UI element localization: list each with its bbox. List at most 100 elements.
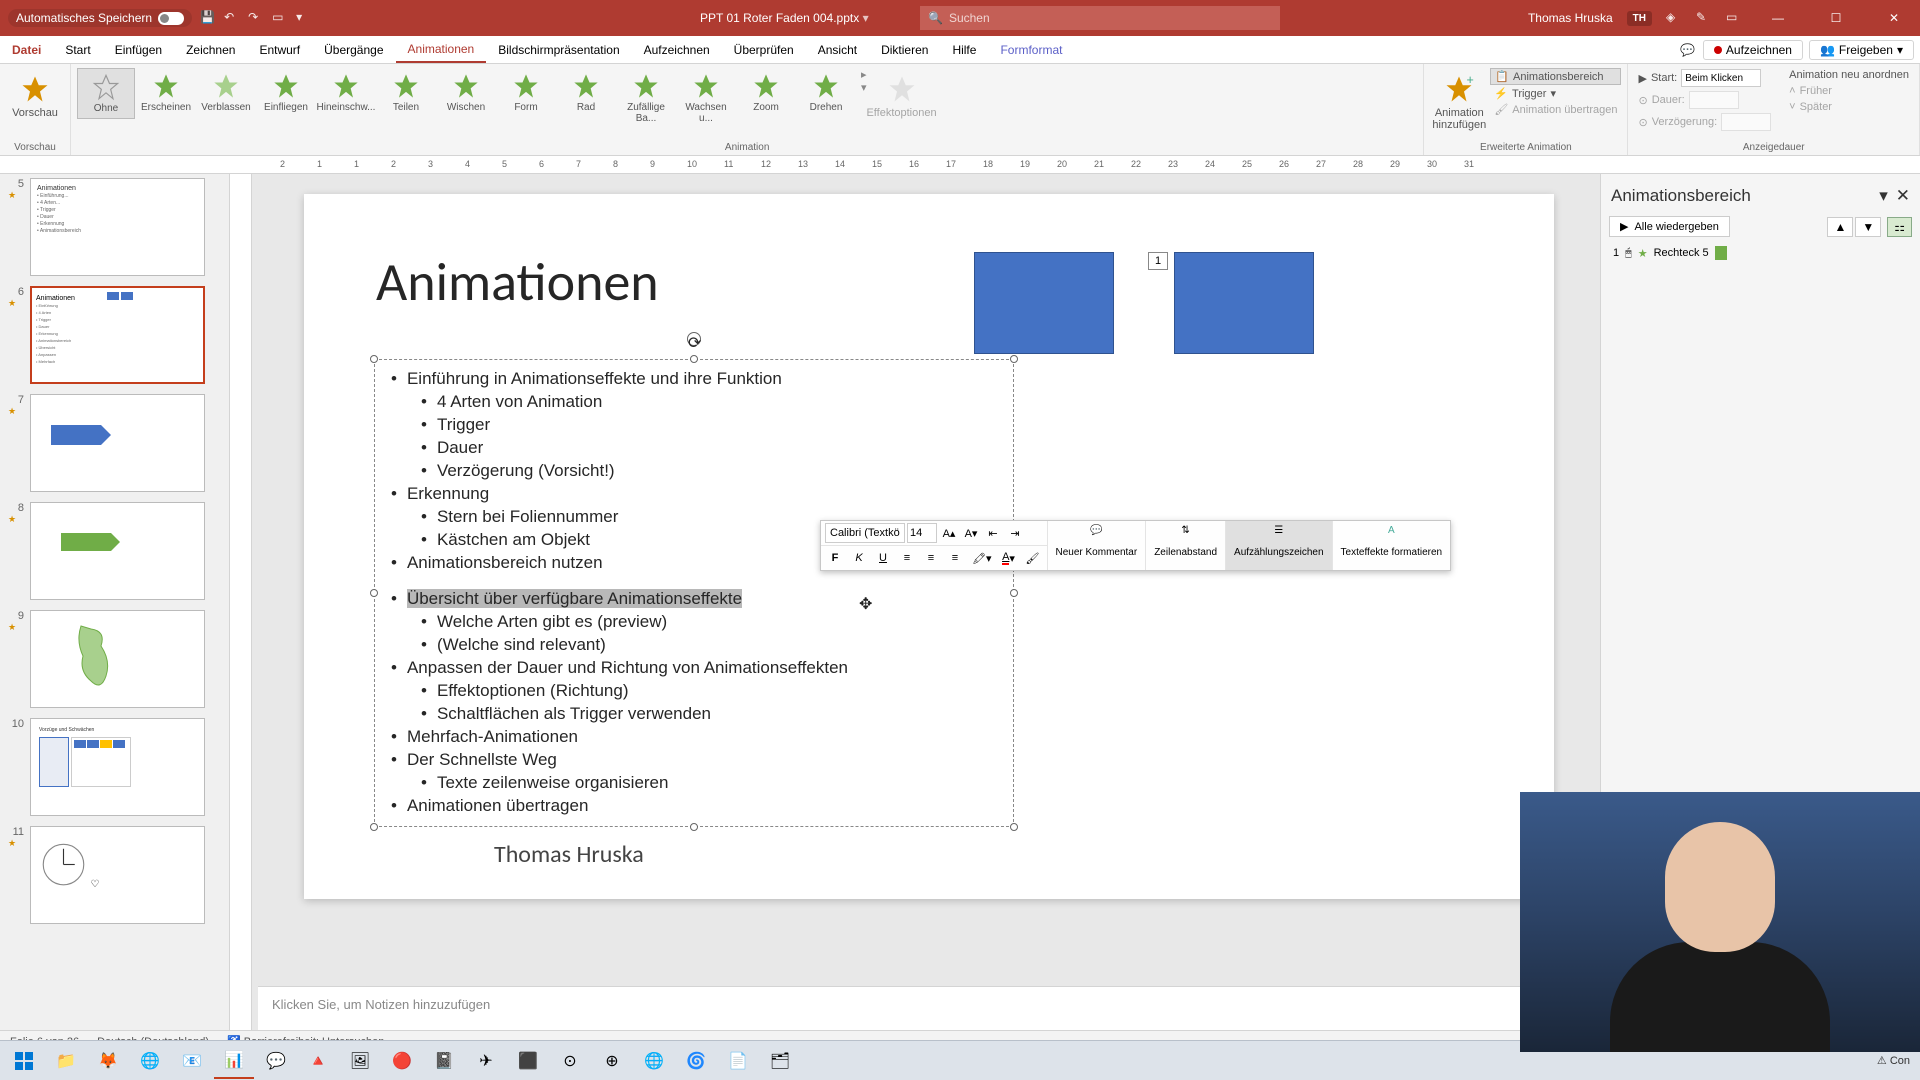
tab-review[interactable]: Überprüfen — [722, 36, 806, 63]
font-color-icon[interactable]: A▾ — [999, 548, 1019, 568]
close-button[interactable]: ✕ — [1872, 0, 1916, 36]
effect-flyin[interactable]: Einfliegen — [257, 68, 315, 117]
slide-author[interactable]: Thomas Hruska — [494, 840, 644, 869]
tab-help[interactable]: Hilfe — [940, 36, 988, 63]
thumb-8[interactable]: 8★ — [8, 502, 221, 600]
tab-dictate[interactable]: Diktieren — [869, 36, 940, 63]
bullet[interactable]: Dauer — [421, 437, 997, 460]
mini-size-select[interactable] — [907, 523, 937, 543]
effect-randombars[interactable]: Zufällige Ba... — [617, 68, 675, 128]
bullet[interactable]: Verzögerung (Vorsicht!) — [421, 460, 997, 483]
trigger-button[interactable]: ⚡ Trigger ▾ — [1490, 86, 1621, 101]
vlc-icon[interactable]: 🔺 — [298, 1043, 338, 1079]
move-down-button[interactable]: ▼ — [1855, 217, 1881, 237]
edge-icon[interactable]: 🌀 — [676, 1043, 716, 1079]
chrome-icon[interactable]: 🌐 — [130, 1043, 170, 1079]
tab-format[interactable]: Formformat — [988, 36, 1074, 63]
pane-options-icon[interactable]: ⚏ — [1887, 217, 1912, 237]
app-icon-6[interactable]: ⊕ — [592, 1043, 632, 1079]
slide-title[interactable]: Animationen — [376, 249, 659, 315]
bullet[interactable]: Effektoptionen (Richtung) — [421, 680, 997, 703]
thumb-7[interactable]: 7★ — [8, 394, 221, 492]
bullet-selected[interactable]: Übersicht über verfügbare Animationseffe… — [391, 588, 997, 611]
tab-home[interactable]: Start — [53, 36, 102, 63]
text-effects-button[interactable]: A Texteffekte formatieren — [1332, 521, 1451, 570]
rectangle-shape-1[interactable] — [974, 252, 1114, 354]
app-icon-9[interactable]: 🗂 — [760, 1043, 800, 1079]
preview-button[interactable]: Vorschau — [6, 68, 64, 125]
share-button[interactable]: 👥Freigeben▾ — [1809, 40, 1914, 60]
app-icon-5[interactable]: ⊙ — [550, 1043, 590, 1079]
effects-gallery-more[interactable]: ▸▾ — [857, 68, 871, 94]
play-all-button[interactable]: ▶ Alle wiedergeben — [1609, 216, 1730, 237]
bullet[interactable]: Anpassen der Dauer und Richtung von Anim… — [391, 657, 997, 680]
bullet[interactable]: Mehrfach-Animationen — [391, 726, 997, 749]
tab-slideshow[interactable]: Bildschirmpräsentation — [486, 36, 631, 63]
underline-button[interactable]: U — [873, 548, 893, 568]
thumb-10[interactable]: 10 Vorzüge und Schwächen — [8, 718, 221, 816]
bullets-button[interactable]: ☰ Aufzählungszeichen — [1225, 521, 1332, 570]
maximize-button[interactable]: ☐ — [1814, 0, 1858, 36]
powerpoint-icon[interactable]: 📊 — [214, 1043, 254, 1079]
thumb-11[interactable]: 11★ ♡ — [8, 826, 221, 924]
tab-draw[interactable]: Zeichnen — [174, 36, 247, 63]
decrease-indent-icon[interactable]: ⇤ — [983, 523, 1003, 543]
effect-shape[interactable]: Form — [497, 68, 555, 117]
italic-button[interactable]: K — [849, 548, 869, 568]
start-button[interactable] — [4, 1043, 44, 1079]
new-comment-button[interactable]: 💬 Neuer Kommentar — [1047, 521, 1146, 570]
filename[interactable]: PPT 01 Roter Faden 004.pptx ▾ — [700, 11, 869, 25]
record-button[interactable]: Aufzeichnen — [1703, 40, 1803, 60]
start-dropdown[interactable]: ▶ Start: — [1634, 68, 1775, 88]
animation-list-item[interactable]: 1 🖱 ★ Rechteck 5 — [1609, 243, 1912, 263]
autosave-toggle[interactable]: Automatisches Speichern — [8, 9, 192, 27]
effect-wheel[interactable]: Rad — [557, 68, 615, 117]
search-input[interactable] — [949, 11, 1272, 25]
bullet[interactable]: 4 Arten von Animation — [421, 391, 997, 414]
firefox-icon[interactable]: 🦊 — [88, 1043, 128, 1079]
thumb-5[interactable]: 5★ Animationen• Einführung...• 4 Arten..… — [8, 178, 221, 276]
username[interactable]: Thomas Hruska — [1528, 11, 1613, 25]
mini-font-select[interactable] — [825, 523, 905, 543]
thumb-6[interactable]: 6★ Animationen • Einführung• 4 Arten• Tr… — [8, 286, 221, 384]
increase-indent-icon[interactable]: ⇥ — [1005, 523, 1025, 543]
minimize-button[interactable]: — — [1756, 0, 1800, 36]
effect-fade[interactable]: Verblassen — [197, 68, 255, 117]
from-beginning-icon[interactable]: ▭ — [272, 10, 288, 26]
animation-number-tag[interactable]: 1 — [1148, 252, 1168, 270]
effect-appear[interactable]: Erscheinen — [137, 68, 195, 117]
tab-animations[interactable]: Animationen — [396, 36, 487, 63]
effect-zoom[interactable]: Zoom — [737, 68, 795, 117]
add-animation-button[interactable]: + Animation hinzufügen — [1430, 68, 1488, 137]
bullet[interactable]: (Welche sind relevant) — [421, 634, 997, 657]
redo-icon[interactable]: ↷ — [248, 10, 264, 26]
pane-close-icon[interactable]: ✕ — [1896, 186, 1910, 206]
decrease-font-icon[interactable]: A▾ — [961, 523, 981, 543]
search-box[interactable]: 🔍 — [920, 6, 1280, 30]
slide-canvas[interactable]: Animationen ⟳ Einführung in Animationsef… — [230, 174, 1600, 1030]
effect-floatin[interactable]: Hineinschw... — [317, 68, 375, 117]
tab-view[interactable]: Ansicht — [806, 36, 869, 63]
undo-icon[interactable]: ↶ — [224, 10, 240, 26]
bullet[interactable]: Animationen übertragen — [391, 795, 997, 818]
rectangle-shape-2[interactable] — [1174, 252, 1314, 354]
rotation-handle[interactable]: ⟳ — [687, 332, 701, 346]
app-icon-8[interactable]: 📄 — [718, 1043, 758, 1079]
tab-insert[interactable]: Einfügen — [103, 36, 174, 63]
tab-record[interactable]: Aufzeichnen — [632, 36, 722, 63]
move-up-button[interactable]: ▲ — [1827, 217, 1853, 237]
timing-bar[interactable] — [1715, 246, 1727, 260]
telegram-icon[interactable]: ✈ — [466, 1043, 506, 1079]
bullet[interactable]: Schaltflächen als Trigger verwenden — [421, 703, 997, 726]
bullet[interactable]: Erkennung — [391, 483, 997, 506]
bullet[interactable]: Einführung in Animationseffekte und ihre… — [391, 368, 997, 391]
slide-thumbnails[interactable]: 5★ Animationen• Einführung...• 4 Arten..… — [0, 174, 230, 1030]
toggle-switch[interactable] — [158, 12, 184, 25]
bold-button[interactable]: F — [825, 548, 845, 568]
format-painter-icon[interactable]: 🖌 — [1023, 548, 1043, 568]
outlook-icon[interactable]: 📧 — [172, 1043, 212, 1079]
app-icon-7[interactable]: 🌐 — [634, 1043, 674, 1079]
bullet[interactable]: Texte zeilenweise organisieren — [421, 772, 997, 795]
tab-file[interactable]: Datei — [0, 36, 53, 63]
pane-collapse-icon[interactable]: ▾ — [1879, 186, 1888, 206]
